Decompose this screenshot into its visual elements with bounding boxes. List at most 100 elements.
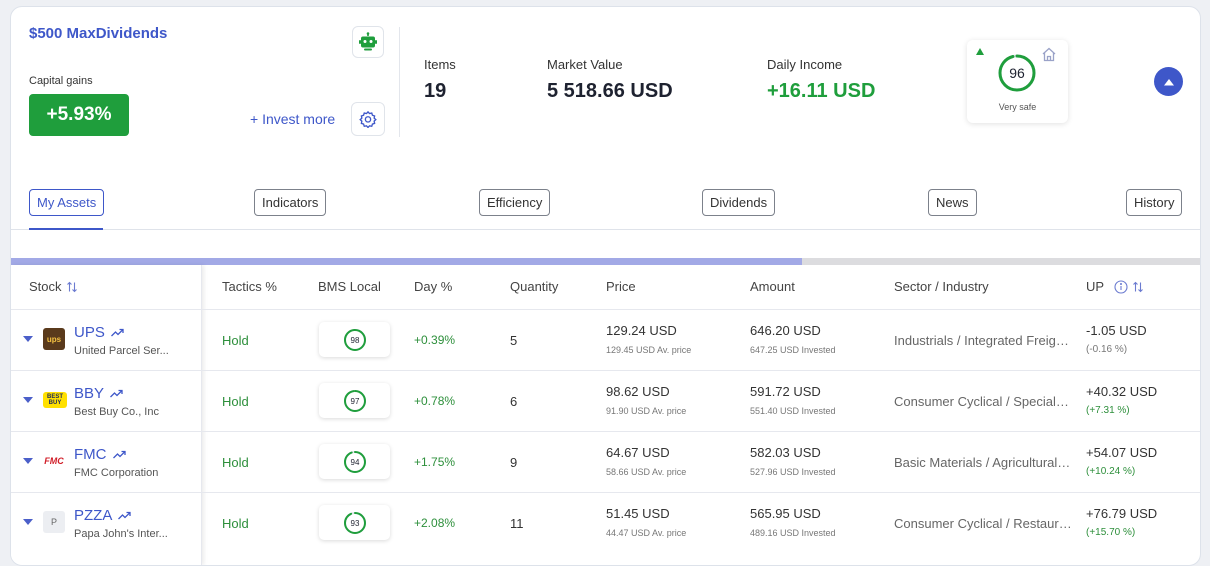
invested-value: 527.96 USD Invested	[750, 467, 836, 477]
stock-ticker[interactable]: UPS	[74, 324, 124, 341]
sector-industry: Basic Materials / Agricultural Inputs	[894, 455, 1072, 470]
day-change: +1.75%	[414, 455, 456, 469]
bms-score-ring: 97	[343, 389, 366, 412]
tactic-value: Hold	[222, 333, 249, 348]
company-name: Best Buy Co., Inc	[74, 406, 159, 418]
expand-caret-icon[interactable]	[23, 519, 33, 525]
bms-score-badge[interactable]: 94	[319, 444, 390, 479]
company-name: FMC Corporation	[74, 467, 159, 479]
invested-value: 551.40 USD Invested	[750, 406, 836, 416]
header-divider	[399, 27, 400, 137]
average-price: 58.66 USD Av. price	[606, 467, 687, 477]
market-value: 5 518.66 USD	[547, 80, 673, 102]
market-value-stat: Market Value 5 518.66 USD	[547, 57, 673, 103]
bms-score-badge[interactable]: 93	[319, 505, 390, 540]
up-value: -1.05 USD	[1086, 323, 1147, 338]
robot-button[interactable]	[352, 26, 384, 58]
active-tab-indicator	[29, 228, 103, 230]
tactic-value: Hold	[222, 516, 249, 531]
company-name: Papa John's Inter...	[74, 528, 168, 540]
day-change: +2.08%	[414, 516, 456, 530]
column-header-quantity: Quantity	[510, 279, 559, 294]
bms-score-value: 97	[350, 397, 359, 406]
load-progress-bar	[11, 258, 1200, 265]
price-value: 98.62 USD	[606, 384, 670, 399]
tab-dividends[interactable]: Dividends	[702, 189, 776, 216]
expand-caret-icon[interactable]	[23, 397, 33, 403]
amount-value: 591.72 USD	[750, 384, 821, 399]
company-logo: BEST BUY	[43, 392, 67, 408]
table-row[interactable]: P PZZA Papa John's Inter... Hold 93 +2.0…	[11, 492, 1200, 553]
bms-score-value: 93	[350, 519, 359, 528]
collapse-button[interactable]	[1154, 67, 1183, 96]
stock-ticker[interactable]: PZZA	[74, 507, 131, 524]
stock-ticker[interactable]: FMC	[74, 446, 126, 463]
bms-score-value: 98	[350, 336, 359, 345]
tab-efficiency[interactable]: Efficiency	[479, 189, 551, 216]
trend-up-icon	[976, 48, 984, 55]
portfolio-card: $500 MaxDividends Capital gains +5.93% +…	[10, 6, 1201, 566]
tab-my-assets[interactable]: My Assets	[29, 189, 105, 216]
items-stat: Items 19	[424, 57, 456, 103]
trend-chart-icon	[112, 450, 126, 459]
safety-label: Very safe	[998, 102, 1037, 112]
average-price: 44.47 USD Av. price	[606, 528, 687, 538]
tactic-value: Hold	[222, 394, 249, 409]
average-price: 91.90 USD Av. price	[606, 406, 687, 416]
bms-score-ring: 93	[343, 511, 366, 534]
column-header-tactics: Tactics %	[222, 279, 277, 294]
tab-indicators[interactable]: Indicators	[254, 189, 327, 216]
day-change: +0.78%	[414, 394, 456, 408]
bms-score-badge[interactable]: 98	[319, 322, 390, 357]
amount-value: 646.20 USD	[750, 323, 821, 338]
price-value: 51.45 USD	[606, 506, 670, 521]
ticker-label: PZZA	[74, 507, 113, 524]
tab-history[interactable]: History	[1126, 189, 1183, 216]
column-header-stock[interactable]: Stock	[29, 279, 78, 294]
sort-icon	[66, 281, 77, 292]
amount-value: 565.95 USD	[750, 506, 821, 521]
invest-more-link[interactable]: + Invest more	[250, 111, 335, 127]
up-percent: (+7.31 %)	[1086, 405, 1130, 416]
capital-gains-badge: +5.93%	[29, 94, 129, 136]
sector-industry: Consumer Cyclical / Specialty Retail	[894, 394, 1072, 409]
up-value: +76.79 USD	[1086, 506, 1158, 521]
daily-income-stat: Daily Income +16.11 USD	[767, 57, 875, 103]
stock-ticker[interactable]: BBY	[74, 385, 123, 402]
up-value: +40.32 USD	[1086, 384, 1158, 399]
load-progress-fill	[11, 258, 802, 265]
info-icon[interactable]	[1114, 279, 1128, 294]
ticker-label: UPS	[74, 324, 105, 341]
portfolio-title[interactable]: $500 MaxDividends	[29, 25, 167, 42]
sort-icon	[1133, 281, 1143, 292]
home-icon	[1042, 47, 1056, 62]
column-header-sector: Sector / Industry	[894, 279, 989, 294]
trend-chart-icon	[110, 328, 124, 337]
expand-caret-icon[interactable]	[23, 458, 33, 464]
items-label: Items	[424, 57, 456, 72]
trend-chart-icon	[110, 389, 123, 398]
expand-caret-icon[interactable]	[23, 336, 33, 342]
price-value: 129.24 USD	[606, 323, 677, 338]
bms-score-badge[interactable]: 97	[319, 383, 390, 418]
column-header-amount: Amount	[750, 279, 795, 294]
ticker-label: BBY	[74, 385, 105, 402]
tabs-divider	[11, 229, 1200, 230]
price-value: 64.67 USD	[606, 445, 670, 460]
column-header-up[interactable]: UP	[1086, 279, 1144, 294]
average-price: 129.45 USD Av. price	[606, 345, 692, 355]
quantity-value: 5	[510, 333, 518, 348]
table-row[interactable]: BEST BUY BBY Best Buy Co., Inc Hold 97 +…	[11, 370, 1200, 431]
safety-score-card[interactable]: 96 Very safe	[967, 40, 1068, 123]
daily-income-label: Daily Income	[767, 57, 843, 72]
settings-button[interactable]	[351, 102, 385, 136]
quantity-value: 11	[510, 516, 524, 531]
tab-news[interactable]: News	[928, 189, 977, 216]
company-logo: P	[43, 511, 65, 533]
table-row[interactable]: ups UPS United Parcel Ser... Hold 98 +0.…	[11, 309, 1200, 370]
up-percent: (+10.24 %)	[1086, 466, 1136, 477]
trend-chart-icon	[118, 511, 131, 520]
table-row[interactable]: FMC FMC FMC Corporation Hold 94 +1.75% 9…	[11, 431, 1200, 492]
market-value-label: Market Value	[547, 57, 623, 72]
sector-industry: Consumer Cyclical / Restaurants	[894, 516, 1072, 531]
